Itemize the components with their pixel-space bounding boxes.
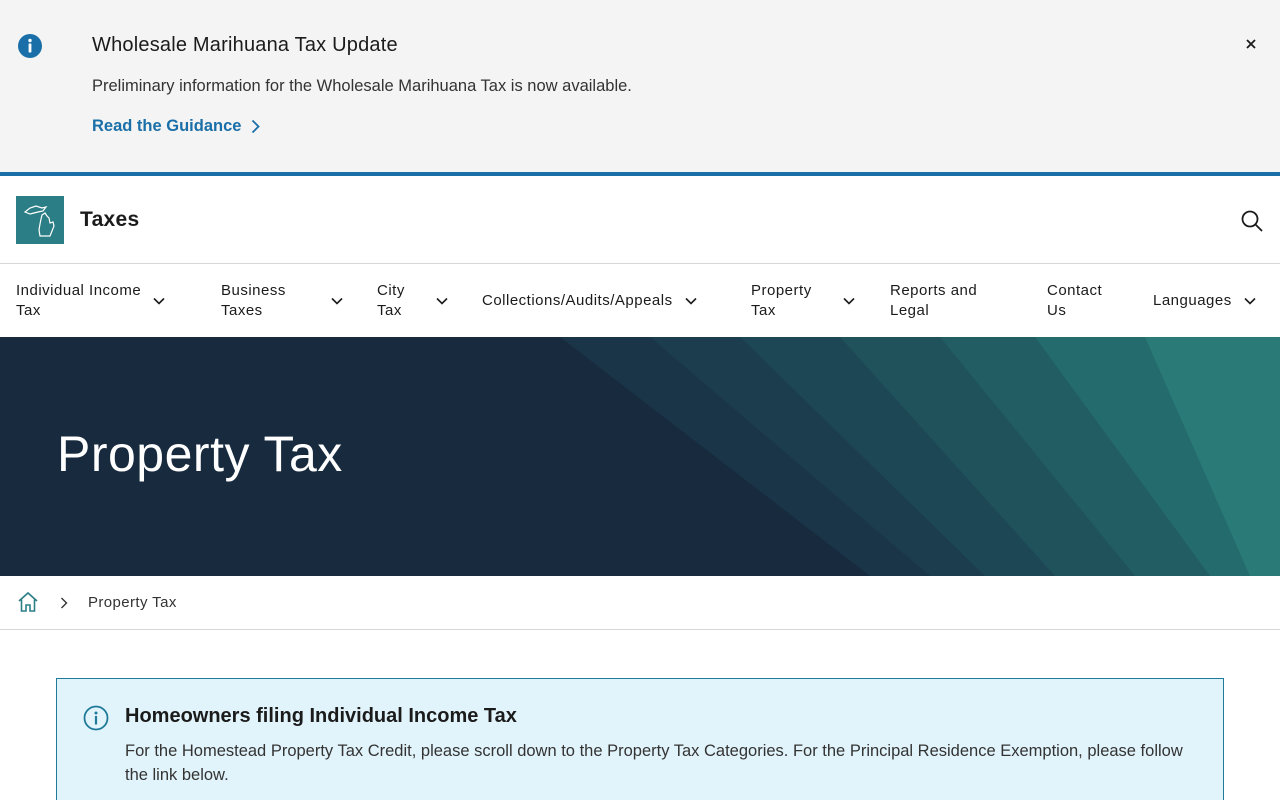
chevron-down-icon (331, 297, 343, 305)
nav-item-collections-audits-appeals[interactable]: Collections/Audits/Appeals (482, 291, 697, 311)
main-nav: Individual Income Tax Business Taxes Cit… (0, 265, 1280, 337)
chevron-right-icon (252, 119, 261, 134)
site-header: Taxes (0, 176, 1280, 264)
alert-banner: Wholesale Marihuana Tax Update Prelimina… (0, 0, 1280, 172)
homeowners-notice: Homeowners filing Individual Income Tax … (56, 678, 1224, 800)
nav-label: Languages (1153, 292, 1232, 309)
nav-item-property-tax[interactable]: Property Tax (751, 281, 855, 321)
chevron-down-icon (843, 297, 855, 305)
nav-item-individual-income-tax[interactable]: Individual Income Tax (16, 281, 165, 321)
site-logo[interactable] (16, 196, 64, 244)
search-icon[interactable] (1240, 209, 1264, 233)
home-icon[interactable] (17, 591, 39, 613)
chevron-right-icon (61, 597, 68, 609)
alert-title: Wholesale Marihuana Tax Update (92, 34, 398, 56)
nav-item-city-tax[interactable]: City Tax (377, 281, 448, 321)
breadcrumb: Property Tax (0, 576, 1280, 630)
notice-title: Homeowners filing Individual Income Tax (125, 705, 517, 727)
info-circle-icon (83, 705, 109, 731)
page-title: Property Tax (57, 426, 343, 482)
chevron-down-icon (153, 297, 165, 305)
hero-banner: Property Tax (0, 337, 1280, 576)
read-guidance-label: Read the Guidance (92, 117, 242, 135)
close-icon[interactable] (1243, 36, 1259, 52)
nav-label: Individual Income Tax (16, 282, 142, 319)
michigan-map-icon (23, 205, 55, 237)
nav-item-contact-us[interactable]: Contact Us (1047, 281, 1102, 321)
breadcrumb-current: Property Tax (88, 594, 177, 611)
nav-item-business-taxes[interactable]: Business Taxes (221, 281, 343, 321)
nav-item-languages[interactable]: Languages (1153, 291, 1256, 311)
notice-body: For the Homestead Property Tax Credit, p… (125, 742, 1183, 784)
alert-body: Preliminary information for the Wholesal… (92, 77, 632, 95)
nav-label: Reports and Legal (890, 282, 978, 319)
nav-label: Collections/Audits/Appeals (482, 292, 673, 309)
site-title[interactable]: Taxes (80, 208, 140, 232)
nav-label: Property Tax (751, 282, 812, 319)
chevron-down-icon (436, 297, 448, 305)
chevron-down-icon (685, 297, 697, 305)
chevron-down-icon (1244, 297, 1256, 305)
nav-label: Contact Us (1047, 282, 1103, 319)
info-circle-icon (18, 34, 42, 58)
nav-label: Business Taxes (221, 282, 286, 319)
nav-label: City Tax (377, 282, 405, 319)
read-guidance-link[interactable]: Read the Guidance (92, 117, 261, 136)
nav-item-reports-and-legal[interactable]: Reports and Legal (890, 281, 977, 321)
